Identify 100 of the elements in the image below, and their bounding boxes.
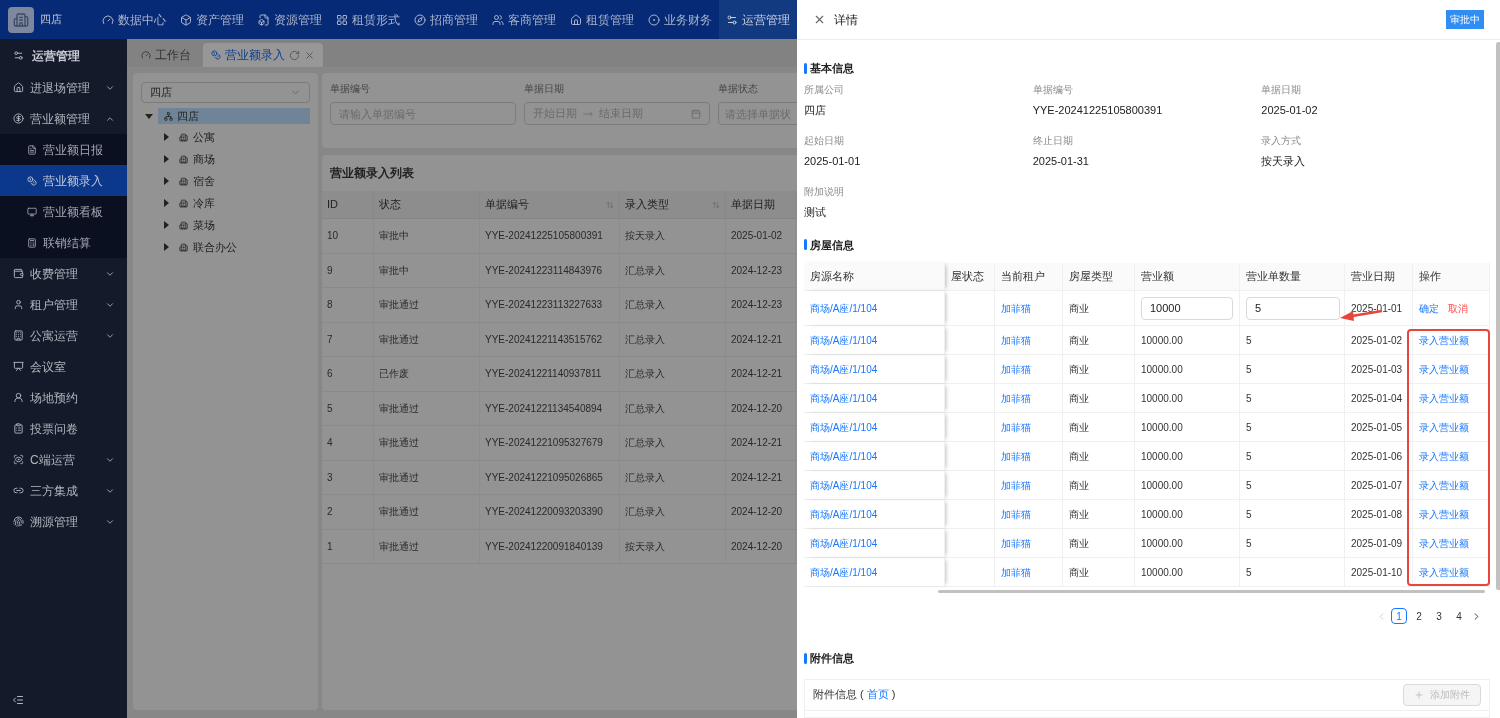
nav-item[interactable]: 业务财务 [641, 0, 719, 39]
house-link[interactable]: 商场/A座/1/104 [804, 355, 945, 383]
tenant-link[interactable]: 加菲猫 [995, 326, 1063, 354]
caret-icon[interactable] [145, 112, 153, 120]
horizontal-scrollbar[interactable] [938, 590, 1485, 594]
nav-item[interactable]: 租赁管理 [563, 0, 641, 39]
sidebar-item[interactable]: 会议室 [0, 351, 127, 382]
nav-item[interactable]: 资产管理 [173, 0, 251, 39]
tenant-link[interactable]: 加菲猫 [995, 500, 1063, 528]
sidebar-item[interactable]: 营业额管理 [0, 103, 127, 134]
action-link[interactable]: 确定 [1419, 300, 1439, 316]
submenu-icon [27, 175, 37, 186]
sidebar-item[interactable]: 三方集成 [0, 475, 127, 506]
submenu-item[interactable]: 营业额日报 [0, 134, 127, 165]
house-link[interactable]: 商场/A座/1/104 [804, 326, 945, 354]
action-link[interactable]: 录入营业额 [1419, 564, 1469, 580]
sidebar-item[interactable]: 公寓运营 [0, 320, 127, 351]
action-link[interactable]: 录入营业额 [1419, 361, 1469, 377]
nav-item[interactable]: 客商管理 [485, 0, 563, 39]
close-icon[interactable] [813, 13, 826, 26]
menu-icon [13, 485, 24, 496]
nav-item[interactable]: 资源管理 [251, 0, 329, 39]
caret-icon[interactable] [162, 133, 170, 141]
sidebar-item[interactable]: 场地预约 [0, 382, 127, 413]
house-link[interactable]: 商场/A座/1/104 [804, 413, 945, 441]
submenu-item[interactable]: 联销结算 [0, 227, 127, 258]
action-link[interactable]: 录入营业额 [1419, 506, 1469, 522]
tenant-link[interactable]: 加菲猫 [995, 558, 1063, 586]
page-tab[interactable]: 工作台 [133, 43, 199, 67]
page-number[interactable]: 1 [1391, 608, 1407, 625]
caret-icon[interactable] [162, 243, 170, 251]
action-link[interactable]: 录入营业额 [1419, 477, 1469, 493]
action-link[interactable]: 取消 [1448, 300, 1468, 316]
house-link[interactable]: 商场/A座/1/104 [804, 471, 945, 499]
submenu-item[interactable]: 营业额看板 [0, 196, 127, 227]
vertical-scrollbar[interactable] [1496, 42, 1500, 590]
tree-node[interactable]: 冷库 [179, 194, 215, 212]
column-header[interactable]: 单据编号 [480, 191, 620, 218]
submenu-item[interactable]: 营业额录入 [0, 165, 127, 196]
action-link[interactable]: 录入营业额 [1419, 448, 1469, 464]
tenant-link[interactable]: 加菲猫 [995, 529, 1063, 557]
column-header[interactable]: 录入类型 [620, 191, 726, 218]
home-link[interactable]: 首页 [866, 688, 889, 701]
store-select[interactable]: 四店 [141, 82, 310, 103]
caret-icon[interactable] [162, 221, 170, 229]
tenant-link[interactable]: 加菲猫 [995, 413, 1063, 441]
tenant-link[interactable]: 加菲猫 [995, 442, 1063, 470]
sidebar-item[interactable]: 进退场管理 [0, 72, 127, 103]
caret-icon[interactable] [162, 155, 170, 163]
collapse-icon[interactable] [12, 694, 24, 706]
action-link[interactable]: 录入营业额 [1419, 535, 1469, 551]
tree-node[interactable]: 四店 [158, 108, 310, 124]
caret-icon[interactable] [162, 177, 170, 185]
table-cell: YYE-20241221095327679 [480, 426, 620, 460]
tenant-link[interactable]: 加菲猫 [995, 471, 1063, 499]
count-input[interactable]: 5 [1246, 296, 1340, 320]
column-header: 营业日期 [1345, 263, 1413, 290]
table-cell: YYE-20241221143515762 [480, 322, 620, 356]
sort-icon [606, 200, 614, 209]
dashboard-icon [141, 50, 151, 60]
nav-item-icon [180, 13, 192, 26]
nav-item[interactable]: 运营管理 [719, 0, 797, 39]
amount-input[interactable]: 10000 [1141, 296, 1233, 320]
caret-icon[interactable] [162, 199, 170, 207]
tree-node[interactable]: 联合办公 [179, 238, 237, 256]
table-cell: 汇总录入 [620, 322, 726, 356]
house-link[interactable]: 商场/A座/1/104 [804, 529, 945, 557]
action-link[interactable]: 录入营业额 [1419, 332, 1469, 348]
nav-item-icon [570, 13, 582, 26]
menu-icon [13, 268, 24, 279]
house-link[interactable]: 商场/A座/1/104 [804, 291, 945, 325]
field-label: 终止日期 [1032, 133, 1074, 148]
tree-node[interactable]: 宿舍 [179, 172, 215, 190]
tree-node[interactable]: 菜场 [179, 216, 215, 234]
field-label: 单据编号 [1032, 82, 1074, 97]
sidebar-item[interactable]: 租户管理 [0, 289, 127, 320]
page-number[interactable]: 3 [1431, 608, 1447, 625]
field-value: 按天录入 [1261, 153, 1307, 169]
tree-node[interactable]: 商场 [179, 150, 215, 168]
tenant-link[interactable]: 加菲猫 [995, 355, 1063, 383]
sidebar-item[interactable]: 投票问卷 [0, 413, 127, 444]
page-number[interactable]: 4 [1451, 608, 1467, 625]
house-link[interactable]: 商场/A座/1/104 [804, 500, 945, 528]
tenant-link[interactable]: 加菲猫 [995, 384, 1063, 412]
nav-item[interactable]: 招商管理 [407, 0, 485, 39]
sidebar-item[interactable]: C端运营 [0, 444, 127, 475]
page-number[interactable]: 2 [1411, 608, 1427, 625]
sidebar-item[interactable]: 收费管理 [0, 258, 127, 289]
tree-node[interactable]: 公寓 [179, 128, 215, 146]
section-title: 附件信息 [810, 651, 854, 667]
nav-item[interactable]: 租赁形式 [329, 0, 407, 39]
action-link[interactable]: 录入营业额 [1419, 390, 1469, 406]
house-link[interactable]: 商场/A座/1/104 [804, 558, 945, 586]
nav-item[interactable]: 数据中心 [95, 0, 173, 39]
sidebar-item[interactable]: 溯源管理 [0, 506, 127, 537]
tenant-link[interactable]: 加菲猫 [995, 291, 1063, 325]
action-link[interactable]: 录入营业额 [1419, 419, 1469, 435]
house-link[interactable]: 商场/A座/1/104 [804, 384, 945, 412]
field-label: 所属公司 [804, 82, 845, 97]
house-link[interactable]: 商场/A座/1/104 [804, 442, 945, 470]
